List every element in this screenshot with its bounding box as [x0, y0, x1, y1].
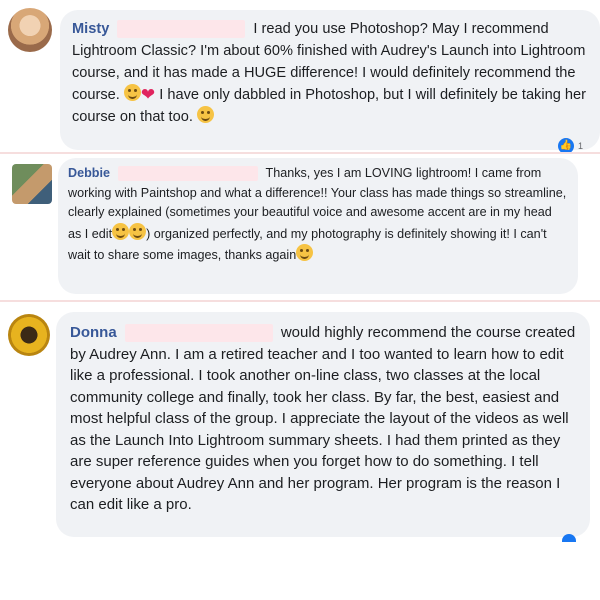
comment-bubble: Donna would highly recommend the course …: [56, 312, 590, 537]
smile-emoji-icon: [129, 222, 147, 240]
comment-panel-misty: Misty I read you use Photoshop? May I re…: [0, 0, 600, 154]
comment-text: would highly recommend the course create…: [70, 324, 576, 513]
comment-panel-debbie: Debbie Thanks, yes I am LOVING lightroom…: [0, 152, 600, 294]
redacted-surname: [124, 324, 273, 343]
comment-bubble: Misty I read you use Photoshop? May I re…: [60, 10, 600, 150]
smile-emoji-icon: [112, 222, 130, 240]
comment-panel-donna: Donna would highly recommend the course …: [0, 300, 600, 542]
avatar[interactable]: [8, 314, 50, 356]
like-icon[interactable]: [562, 534, 576, 542]
commenter-name[interactable]: Misty: [72, 21, 109, 37]
commenter-name[interactable]: Debbie: [68, 166, 110, 180]
smile-emoji-icon: [196, 106, 214, 123]
redacted-surname: [117, 166, 258, 182]
smile-emoji-icon: [123, 84, 141, 101]
heart-icon: ❤: [140, 85, 156, 104]
commenter-name[interactable]: Donna: [70, 324, 117, 341]
smile-emoji-icon: [296, 244, 314, 261]
comment-bubble: Debbie Thanks, yes I am LOVING lightroom…: [58, 158, 578, 294]
reaction-count: 1: [578, 141, 584, 151]
avatar[interactable]: [12, 164, 52, 204]
avatar[interactable]: [8, 8, 52, 52]
redacted-surname: [117, 20, 246, 39]
